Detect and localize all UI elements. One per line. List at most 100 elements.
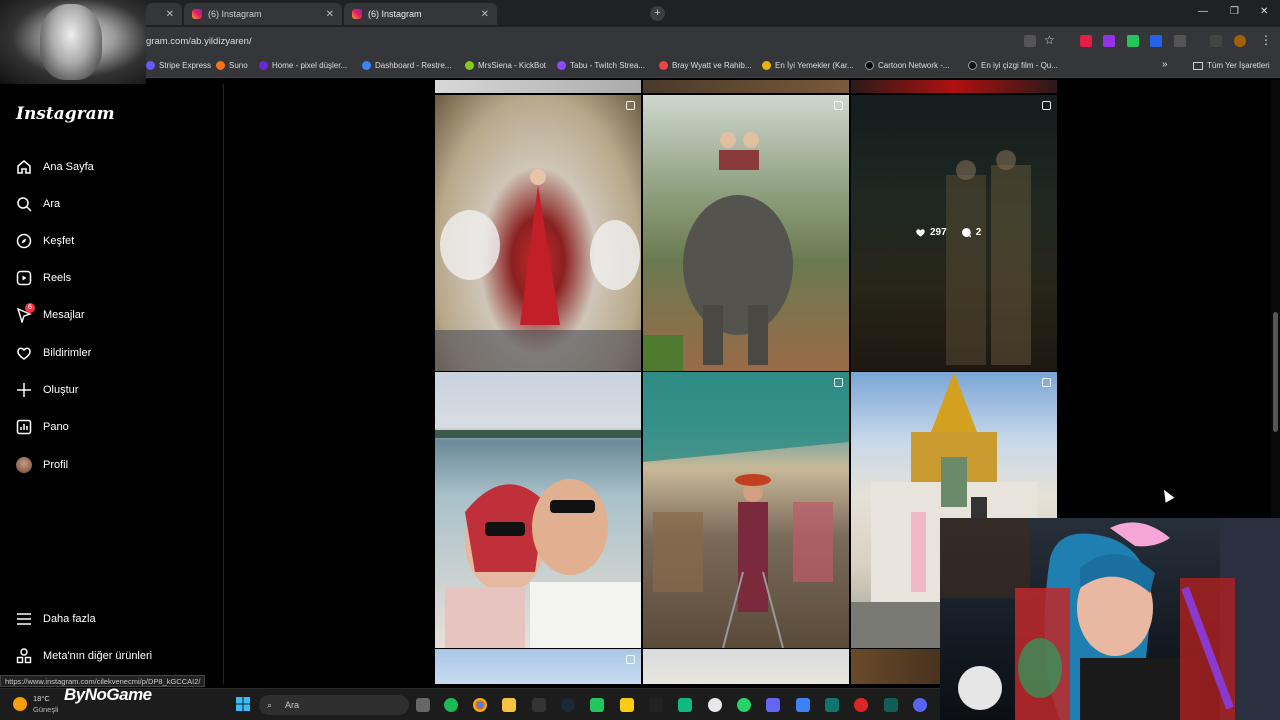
tab-1[interactable]: ✕ [146,3,182,25]
post-thumbnail[interactable] [435,372,641,648]
close-window-icon[interactable]: ✕ [1260,6,1268,17]
maximize-icon[interactable]: ❐ [1230,6,1239,17]
nav-reels[interactable]: Reels [16,265,71,291]
menu-dots-icon[interactable]: ⋮ [1260,33,1272,47]
mouse-cursor [1159,487,1175,503]
whatsapp-icon[interactable] [737,698,751,712]
comment-icon [961,228,971,238]
app-icon[interactable] [766,698,780,712]
bookmark-icon [865,61,874,70]
hamburger-icon [16,611,32,627]
bookmark-item[interactable]: Suno [216,61,248,70]
extensions-puzzle-icon[interactable] [1174,35,1186,47]
comments-value: 2 [975,227,982,238]
bookmark-icon [465,61,474,70]
nav-label: Mesajlar [43,309,85,321]
weather-icon[interactable] [13,697,27,711]
bookmark-item[interactable]: Home - pixel düşler... [259,61,347,70]
post-thumbnail[interactable] [851,80,1057,93]
nav-dashboard[interactable]: Pano [16,414,69,440]
extension-icon[interactable] [1103,35,1115,47]
file-explorer-icon[interactable] [502,698,516,712]
steam-icon[interactable] [561,698,575,712]
dashboard-icon [16,419,32,435]
app-icon[interactable] [678,698,692,712]
media-icon[interactable] [590,698,604,712]
windows-start-icon[interactable] [236,697,250,716]
post-thumbnail[interactable] [435,80,641,93]
bookmark-item[interactable]: Stripe Express [146,61,211,70]
bookmark-label: Cartoon Network -... [878,61,950,70]
post-thumbnail[interactable] [643,80,849,93]
extension-icon[interactable] [1150,35,1162,47]
minimize-icon[interactable]: — [1198,6,1208,17]
url-field[interactable]: gram.com/ab.yildizyaren/ [146,31,1046,52]
post-thumbnail[interactable] [643,95,849,371]
tab-2[interactable]: (6) Instagram ✕ [184,3,342,25]
carousel-indicator-icon [626,101,635,110]
app-icon[interactable] [796,698,810,712]
nav-home[interactable]: Ana Sayfa [16,154,94,180]
nav-more[interactable]: Daha fazla [16,606,96,632]
bookmark-item[interactable]: En İyi Yemekler (Kar... [762,61,854,70]
bookmark-item[interactable]: Bray Wyatt ve Rahib... [659,61,752,70]
bookmark-item[interactable]: MrsSiena - KickBot [465,61,546,70]
nav-label: Daha fazla [43,613,96,625]
search-icon: ⌕ [267,700,273,710]
settings-icon[interactable] [708,698,722,712]
taskbar-search[interactable]: ⌕ Ara [259,695,409,715]
epic-games-icon[interactable] [532,698,546,712]
nav-messages[interactable]: 6 Mesajlar [16,302,85,328]
bookmark-star-icon[interactable]: ☆ [1044,33,1055,47]
extension-icon[interactable] [1127,35,1139,47]
instagram-logo[interactable]: Instagram [16,104,115,124]
nav-notifications[interactable]: Bildirimler [16,340,91,366]
heart-icon [916,229,925,237]
nav-meta-products[interactable]: Meta'nın diğer ürünleri [16,643,152,669]
spotify-icon[interactable] [444,698,458,712]
app-icon[interactable] [854,698,868,712]
post-thumbnail-hover[interactable]: 297 2 [851,95,1057,371]
post-thumbnail[interactable] [435,649,641,684]
bookmark-item[interactable]: Cartoon Network -... [865,61,950,70]
carousel-indicator-icon [626,655,635,664]
app-icon[interactable] [825,698,839,712]
chrome-icon[interactable] [473,698,487,712]
close-tab-icon[interactable]: ✕ [481,9,489,20]
scrollbar-thumb[interactable] [1273,312,1278,432]
post-image-dancer-red-dress [435,169,641,371]
bookmark-item[interactable]: Dashboard - Restre... [362,61,451,70]
post-image-railway-market [643,372,849,648]
nav-profile[interactable]: Profil [16,452,68,478]
profile-avatar-icon[interactable] [1234,35,1246,47]
post-thumbnail[interactable] [643,372,849,648]
task-view-icon[interactable] [416,698,430,712]
app-icon[interactable] [649,698,663,712]
new-tab-button[interactable]: + [650,6,665,21]
nav-create[interactable]: Oluştur [16,377,78,403]
windows-taskbar: 18°C Güneşli ByNoGame ⌕ Ara [0,685,940,720]
extension-icon[interactable] [1080,35,1092,47]
install-app-icon[interactable] [1024,35,1036,47]
bookmark-item[interactable]: Tabu - Twitch Strea... [557,61,645,70]
post-thumbnail[interactable] [435,95,641,371]
nav-explore[interactable]: Keşfet [16,228,74,254]
comments-count: 2 [961,227,982,238]
app-icon[interactable] [884,698,898,712]
more-bookmarks-icon[interactable]: » [1162,59,1168,70]
heart-icon [16,345,32,361]
nav-search[interactable]: Ara [16,191,60,217]
post-thumbnail[interactable] [643,649,849,684]
app-icon[interactable] [620,698,634,712]
avatar [16,457,32,473]
close-tab-icon[interactable]: ✕ [166,9,174,20]
carousel-indicator-icon [1042,378,1051,387]
bookmark-item[interactable]: En iyi çizgi film - Qu... [968,61,1058,70]
close-tab-icon[interactable]: ✕ [326,9,334,20]
tab-3[interactable]: (6) Instagram ✕ [344,3,497,25]
tab-search-icon[interactable] [1210,35,1222,47]
discord-icon[interactable] [913,698,927,712]
nav-label: Reels [43,272,72,284]
tab-bar: ✕ (6) Instagram ✕ (6) Instagram ✕ + — ❐ ✕ [146,0,1280,27]
all-bookmarks[interactable]: Tüm Yer İşaretleri [1193,61,1270,70]
